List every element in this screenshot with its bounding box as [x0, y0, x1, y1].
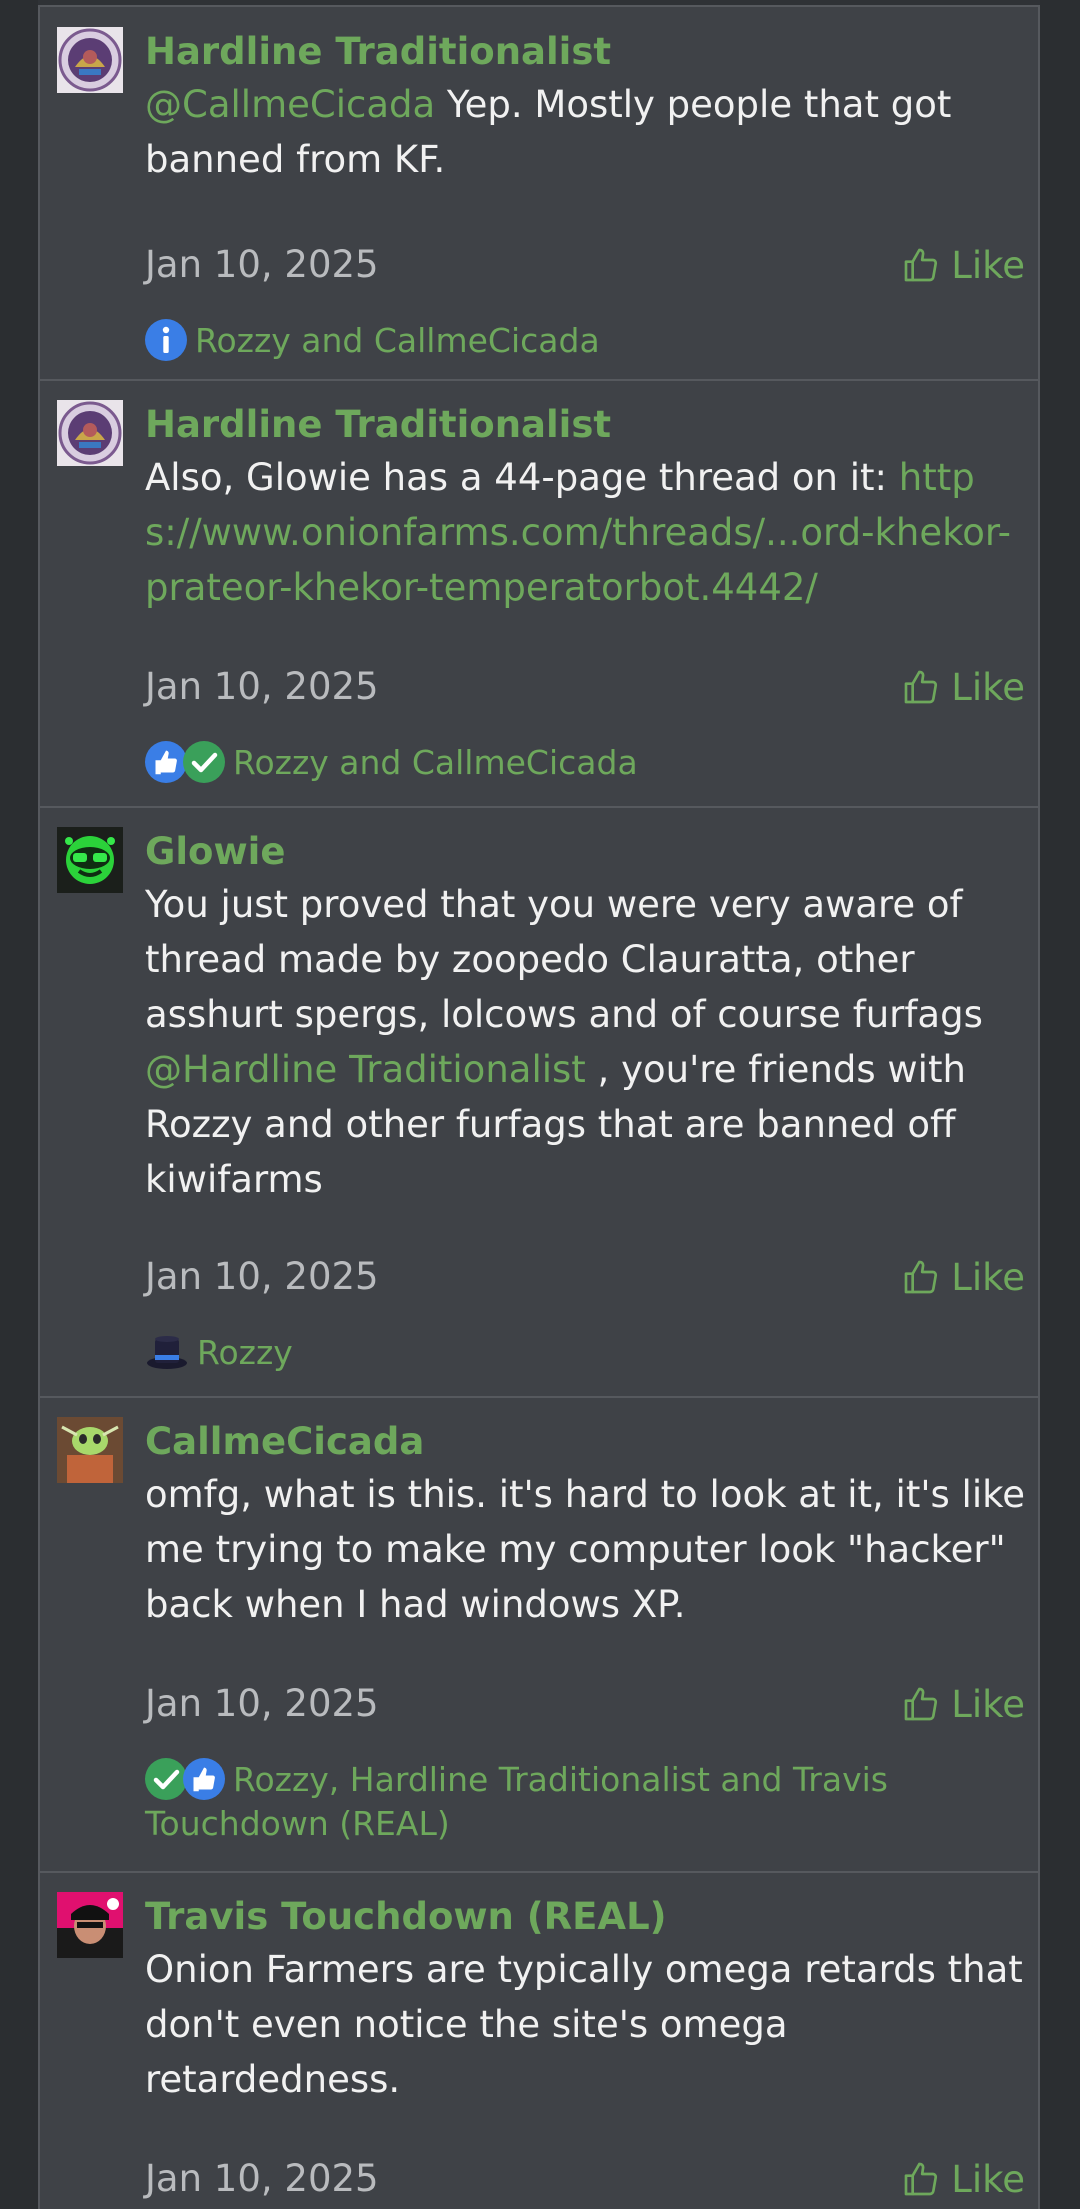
- post: CallmeCicada omfg, what is this. it's ha…: [40, 1398, 1038, 1873]
- post-content: CallmeCicada omfg, what is this. it's ha…: [145, 1417, 1025, 1843]
- post-date[interactable]: Jan 10, 2025: [145, 2154, 379, 2204]
- like-button[interactable]: Like: [901, 662, 1025, 712]
- green-glow-avatar[interactable]: [57, 827, 123, 893]
- post-meta: Jan 10, 2025 Like: [145, 662, 1025, 712]
- seal-avatar[interactable]: [57, 27, 123, 93]
- check-icon: [183, 740, 225, 783]
- username[interactable]: Glowie: [145, 827, 1025, 877]
- post-content: Travis Touchdown (REAL) Onion Farmers ar…: [145, 1892, 1025, 2201]
- like-button[interactable]: Like: [901, 240, 1025, 290]
- reactions-bar[interactable]: Rozzy: [145, 1332, 1025, 1376]
- check-icon: [145, 1757, 187, 1800]
- post: Travis Touchdown (REAL) Onion Farmers ar…: [40, 1873, 1038, 2209]
- reactions-bar[interactable]: Rozzy and CallmeCicada: [145, 318, 1025, 364]
- post-date[interactable]: Jan 10, 2025: [145, 1252, 379, 1302]
- post-body: Also, Glowie has a 44-page thread on it:…: [145, 450, 1025, 615]
- post-date[interactable]: Jan 10, 2025: [145, 1679, 379, 1729]
- post-body: @CallmeCicada Yep. Mostly people that go…: [145, 77, 1025, 187]
- username[interactable]: Hardline Traditionalist: [145, 27, 1025, 77]
- thumbs-up-outline-icon: [904, 1687, 938, 1721]
- reactions-bar[interactable]: Rozzy and CallmeCicada: [145, 740, 1025, 786]
- mention-link[interactable]: @Hardline Traditionalist: [145, 1048, 586, 1091]
- post-text: omfg, what is this. it's hard to look at…: [145, 1473, 1025, 1626]
- like-label: Like: [951, 665, 1025, 709]
- reactions-text[interactable]: Rozzy and CallmeCicada: [233, 743, 638, 782]
- post-body: omfg, what is this. it's hard to look at…: [145, 1467, 1025, 1632]
- right-rail[interactable]: [1040, 0, 1080, 2209]
- post-content: Hardline Traditionalist Also, Glowie has…: [145, 400, 1025, 783]
- post-body: Onion Farmers are typically omega retard…: [145, 1942, 1025, 2107]
- page: Hardline Traditionalist @CallmeCicada Ye…: [0, 0, 1080, 2209]
- post-meta: Jan 10, 2025 Like: [145, 1679, 1025, 1729]
- like-label: Like: [951, 1682, 1025, 1726]
- thread-container: Hardline Traditionalist @CallmeCicada Ye…: [38, 5, 1040, 2209]
- thumbs-up-outline-icon: [904, 248, 938, 282]
- like-label: Like: [951, 1255, 1025, 1299]
- post-text: Onion Farmers are typically omega retard…: [145, 1948, 1023, 2101]
- like-button[interactable]: Like: [901, 1252, 1025, 1302]
- left-rail: [0, 0, 38, 2209]
- post: Glowie You just proved that you were ver…: [40, 808, 1038, 1398]
- like-button[interactable]: Like: [901, 1679, 1025, 1729]
- post-body: You just proved that you were very aware…: [145, 877, 1025, 1207]
- seal-avatar[interactable]: [57, 400, 123, 466]
- post-meta: Jan 10, 2025 Like: [145, 2154, 1025, 2204]
- username[interactable]: CallmeCicada: [145, 1417, 1025, 1467]
- like-label: Like: [951, 243, 1025, 287]
- reactions-text[interactable]: Rozzy: [197, 1333, 293, 1372]
- post-content: Glowie You just proved that you were ver…: [145, 827, 1025, 1372]
- thumbs-up-icon: [183, 1757, 225, 1800]
- like-button[interactable]: Like: [901, 2154, 1025, 2204]
- post-date[interactable]: Jan 10, 2025: [145, 240, 379, 290]
- post-text: You just proved that you were very aware…: [145, 883, 983, 1036]
- mention-link[interactable]: @CallmeCicada: [145, 83, 435, 126]
- post-text: Also, Glowie has a 44-page thread on it:: [145, 456, 899, 499]
- travis-avatar[interactable]: [57, 1892, 123, 1958]
- reactions-text[interactable]: Rozzy, Hardline Traditionalist and Travi…: [145, 1760, 888, 1843]
- username[interactable]: Travis Touchdown (REAL): [145, 1892, 1025, 1942]
- username[interactable]: Hardline Traditionalist: [145, 400, 1025, 450]
- like-label: Like: [951, 2157, 1025, 2201]
- post: Hardline Traditionalist Also, Glowie has…: [40, 381, 1038, 808]
- post-meta: Jan 10, 2025 Like: [145, 240, 1025, 290]
- thumbs-up-icon: [145, 740, 187, 783]
- reactions-bar[interactable]: Rozzy, Hardline Traditionalist and Travi…: [145, 1757, 1025, 1845]
- post-date[interactable]: Jan 10, 2025: [145, 662, 379, 712]
- cicada-avatar[interactable]: [57, 1417, 123, 1483]
- thumbs-up-outline-icon: [904, 2162, 938, 2196]
- thumbs-up-outline-icon: [904, 670, 938, 704]
- reactions-text[interactable]: Rozzy and CallmeCicada: [195, 321, 600, 360]
- thumbs-up-outline-icon: [904, 1260, 938, 1294]
- info-icon: [145, 318, 187, 361]
- post-content: Hardline Traditionalist @CallmeCicada Ye…: [145, 27, 1025, 361]
- top-hat-icon: [145, 1331, 189, 1373]
- post-meta: Jan 10, 2025 Like: [145, 1252, 1025, 1302]
- post: Hardline Traditionalist @CallmeCicada Ye…: [40, 7, 1038, 381]
